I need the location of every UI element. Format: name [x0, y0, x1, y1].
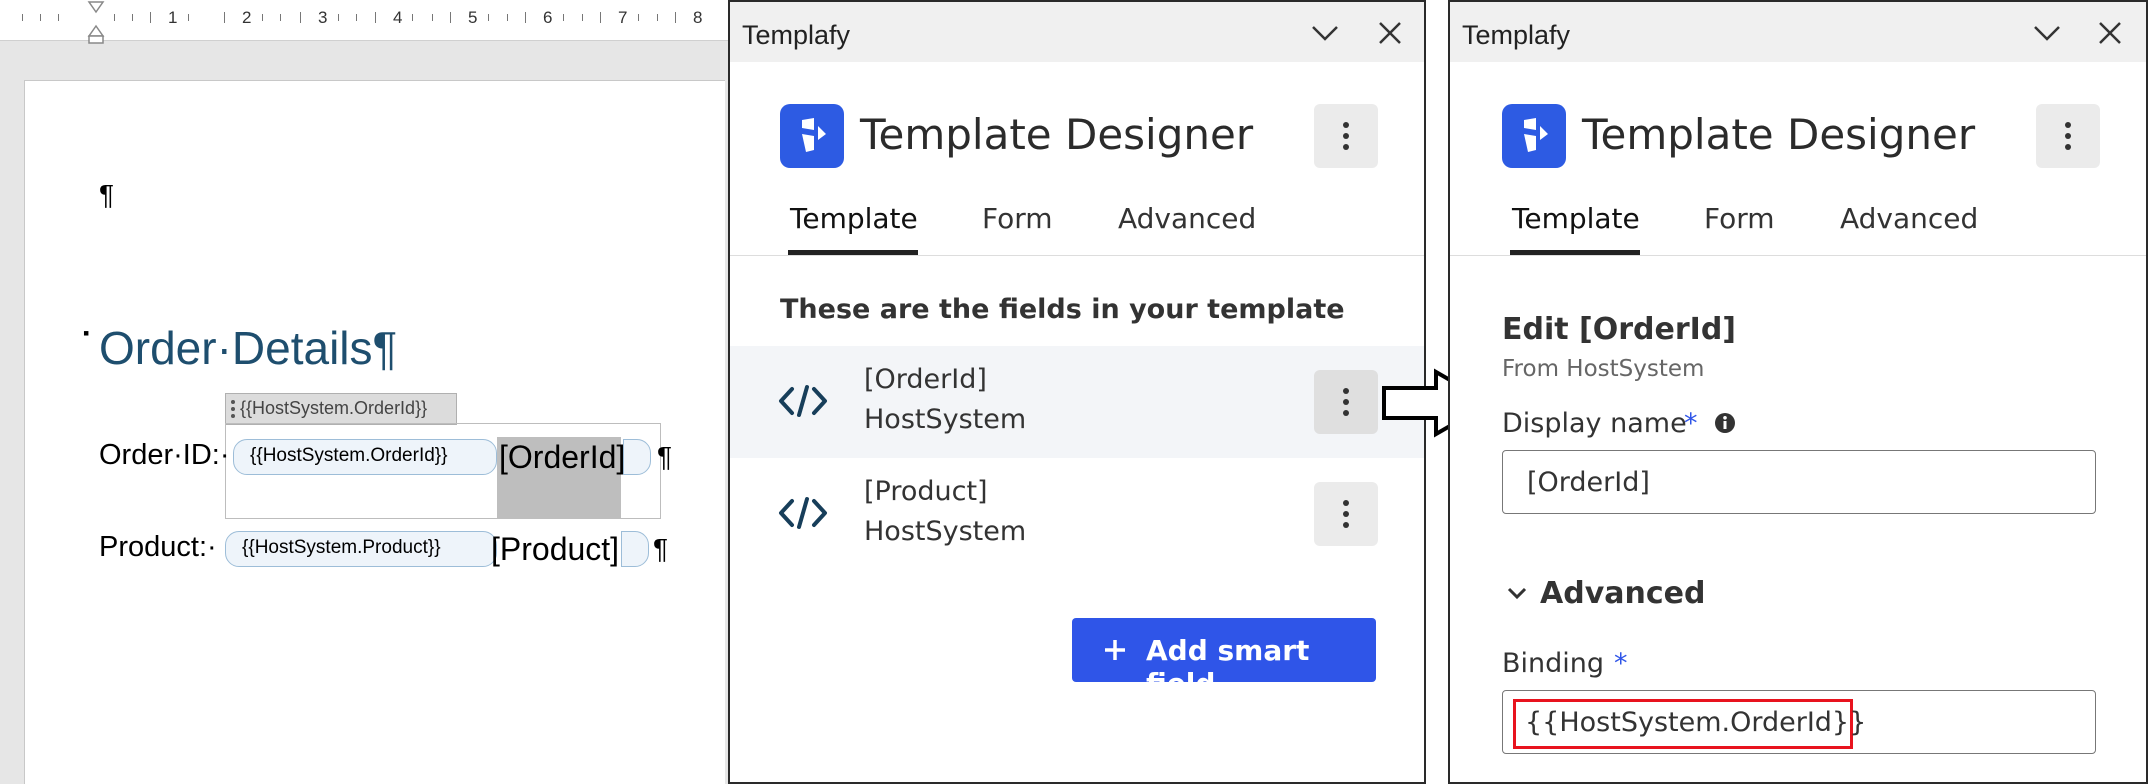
ruler-number: 6	[543, 8, 553, 27]
templafy-panel-list: Templafy Template Designer Template Form…	[728, 0, 1426, 784]
info-icon[interactable]	[1714, 412, 1736, 438]
close-icon[interactable]	[2095, 18, 2125, 48]
ruler-number: 5	[468, 8, 478, 27]
code-icon	[778, 496, 828, 534]
paragraph-mark: ¶	[99, 179, 115, 210]
add-smart-field-label: Add smart field	[1146, 634, 1310, 700]
close-icon[interactable]	[1375, 18, 1405, 48]
order-id-tag-text: {{HostSystem.OrderId}}	[250, 445, 448, 466]
tab-form[interactable]: Form	[1704, 202, 1775, 235]
field-source: HostSystem	[864, 404, 1027, 435]
binding-label: Binding	[1502, 648, 1605, 679]
more-options-button[interactable]	[2036, 104, 2100, 168]
content-control-tooltip: {{HostSystem.OrderId}}	[225, 393, 457, 425]
field-row-product[interactable]: [Product] HostSystem	[730, 458, 1424, 570]
document-page[interactable]: ¶ ▪ Order·Details¶ {{HostSystem.OrderId}…	[24, 80, 725, 784]
required-marker: *	[1684, 408, 1698, 439]
display-name-value: [OrderId]	[1527, 467, 1650, 498]
app-title: Template Designer	[1582, 110, 1976, 159]
display-name-input[interactable]: [OrderId]	[1502, 450, 2096, 514]
code-icon	[778, 384, 828, 422]
window-title: Templafy	[742, 20, 851, 50]
field-options-button[interactable]	[1314, 370, 1378, 434]
templafy-logo-icon	[1502, 104, 1566, 168]
tab-divider	[730, 255, 1424, 256]
ruler-number: 8	[693, 8, 703, 27]
product-tag[interactable]: {{HostSystem.Product}}	[225, 531, 497, 567]
indent-marker-icon[interactable]	[86, 0, 106, 44]
field-source: HostSystem	[864, 516, 1027, 547]
window-title: Templafy	[1462, 20, 1571, 50]
add-smart-field-button[interactable]: Add smart field	[1072, 618, 1376, 700]
drag-handle-icon[interactable]	[230, 398, 236, 420]
plus-icon	[1100, 632, 1130, 675]
field-row-orderid[interactable]: [OrderId] HostSystem	[730, 346, 1424, 458]
product-tag-end[interactable]	[621, 531, 649, 567]
word-document-area: 1 2 3 4 5 6 7 8 ¶ ▪ Order·Details¶ {{Hos…	[0, 0, 728, 784]
paragraph-mark: ¶	[657, 441, 673, 472]
panel-titlebar: Templafy	[1450, 2, 2146, 62]
order-id-value[interactable]: [OrderId]	[499, 439, 625, 476]
fields-intro: These are the fields in your template	[780, 294, 1345, 325]
tab-form[interactable]: Form	[982, 202, 1053, 235]
tab-template[interactable]: Template	[1512, 202, 1640, 235]
chevron-down-icon[interactable]	[1310, 18, 1340, 48]
binding-value: {{HostSystem.OrderId}}	[1525, 707, 1867, 738]
field-name: [Product]	[864, 476, 988, 507]
app-title: Template Designer	[860, 110, 1254, 159]
bullet-marker: ▪	[83, 323, 90, 343]
ruler-number: 7	[618, 8, 628, 27]
order-id-label: Order·ID:·	[99, 439, 230, 471]
required-marker: *	[1614, 648, 1628, 679]
more-options-button[interactable]	[1314, 104, 1378, 168]
tab-advanced[interactable]: Advanced	[1118, 202, 1256, 235]
product-tag-text: {{HostSystem.Product}}	[242, 537, 441, 558]
advanced-section-toggle[interactable]: Advanced	[1540, 576, 1705, 611]
ruler-number: 2	[242, 8, 252, 27]
tab-divider	[1450, 255, 2146, 256]
order-id-tag[interactable]: {{HostSystem.OrderId}}	[233, 439, 497, 475]
field-options-button[interactable]	[1314, 482, 1378, 546]
tab-template[interactable]: Template	[790, 202, 918, 235]
templafy-logo-icon	[780, 104, 844, 168]
document-heading[interactable]: Order·Details¶	[99, 321, 397, 375]
display-name-label: Display name	[1502, 408, 1687, 439]
edit-source: From HostSystem	[1502, 356, 1705, 382]
panel-titlebar: Templafy	[730, 2, 1424, 62]
product-value[interactable]: [Product]	[491, 531, 619, 568]
order-id-tag-end[interactable]	[623, 439, 651, 475]
templafy-panel-edit: Templafy Template Designer Template Form…	[1448, 0, 2148, 784]
product-label: Product:·	[99, 531, 217, 563]
ruler-number: 4	[393, 8, 403, 27]
chevron-down-icon[interactable]	[2032, 18, 2062, 48]
ruler-number: 1	[168, 8, 178, 27]
ruler-number: 3	[318, 8, 328, 27]
tab-advanced[interactable]: Advanced	[1840, 202, 1978, 235]
binding-input[interactable]: {{HostSystem.OrderId}}	[1502, 690, 2096, 754]
chevron-down-icon[interactable]	[1506, 582, 1528, 608]
paragraph-mark: ¶	[653, 533, 669, 564]
edit-title: Edit [OrderId]	[1502, 312, 1737, 347]
tooltip-text: {{HostSystem.OrderId}}	[240, 398, 428, 418]
horizontal-ruler[interactable]: 1 2 3 4 5 6 7 8	[0, 0, 728, 44]
field-name: [OrderId]	[864, 364, 987, 395]
